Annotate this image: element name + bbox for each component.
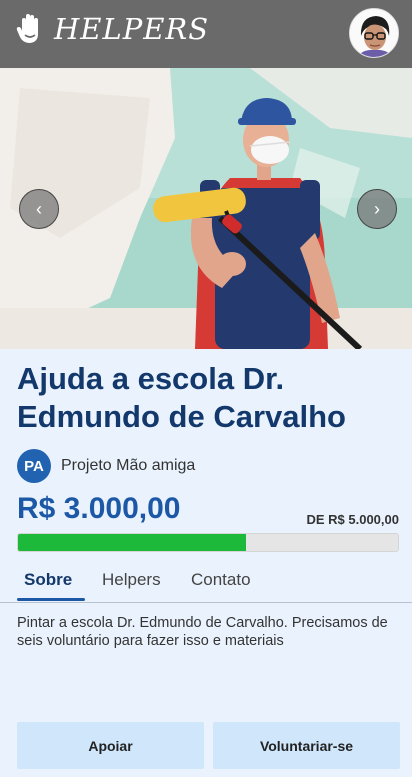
project-name[interactable]: Projeto Mão amiga [61, 457, 195, 475]
project-info[interactable]: PA Projeto Mão amiga [17, 449, 195, 483]
amount-raised: R$ 3.000,00 [17, 492, 181, 525]
app-logo[interactable]: HELPERS [16, 12, 209, 46]
support-button[interactable]: Apoiar [17, 722, 204, 769]
hero-carousel[interactable]: ‹ › [0, 68, 412, 349]
chevron-right-icon: › [374, 198, 380, 219]
amount-goal: DE R$ 5.000,00 [306, 512, 399, 527]
project-badge: PA [17, 449, 51, 483]
app-name: HELPERS [54, 12, 210, 46]
tab-helpers[interactable]: Helpers [102, 570, 161, 590]
tab-contato[interactable]: Contato [191, 570, 251, 590]
carousel-prev-button[interactable]: ‹ [19, 189, 59, 229]
campaign-description: Pintar a escola Dr. Edmundo de Carvalho.… [17, 615, 388, 649]
top-bar: HELPERS [0, 0, 412, 68]
tab-sobre[interactable]: Sobre [24, 570, 72, 590]
volunteer-button[interactable]: Voluntariar-se [213, 722, 400, 769]
hand-icon [16, 14, 38, 43]
user-avatar-image [350, 9, 398, 57]
worker-photo [0, 68, 412, 349]
funding-progress-fill [18, 534, 246, 551]
tab-bar: Sobre Helpers Contato [0, 568, 412, 603]
avatar[interactable] [349, 8, 399, 58]
chevron-left-icon: ‹ [36, 198, 42, 219]
campaign-title: Ajuda a escola Dr. Edmundo de Carvalho [17, 361, 346, 434]
funding-progress-bar [17, 533, 399, 552]
carousel-next-button[interactable]: › [357, 189, 397, 229]
active-tab-indicator [17, 598, 85, 601]
